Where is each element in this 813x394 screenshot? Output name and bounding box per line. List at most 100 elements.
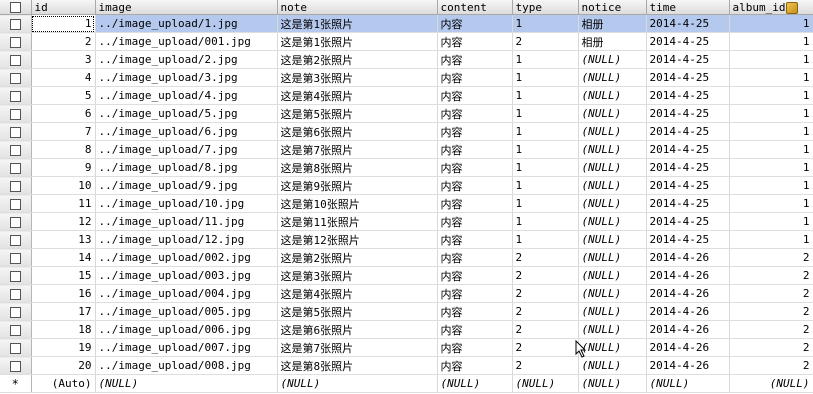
cell-image[interactable]: ../image_upload/12.jpg: [95, 230, 278, 249]
cell-type[interactable]: 1: [512, 212, 579, 231]
cell-note[interactable]: 这是第3张照片: [277, 68, 438, 87]
cell-time[interactable]: 2014-4-25: [646, 122, 730, 141]
table-row[interactable]: 7 ../image_upload/6.jpg 这是第6张照片 内容 1 (NULL) 20…: [0, 122, 813, 141]
row-checkbox[interactable]: [9, 36, 21, 48]
row-selector[interactable]: [0, 230, 32, 249]
row-checkbox[interactable]: [9, 216, 21, 228]
cell-type[interactable]: 1: [512, 122, 579, 141]
row-checkbox[interactable]: [9, 198, 21, 210]
cell-id[interactable]: 3: [31, 50, 96, 69]
table-row[interactable]: 16 ../image_upload/004.jpg 这是第4张照片 内容 2 (NULL…: [0, 284, 813, 303]
row-selector[interactable]: [0, 50, 32, 69]
new-row-cell-image[interactable]: (NULL): [95, 374, 278, 393]
row-selector[interactable]: [0, 68, 32, 87]
cell-content[interactable]: 内容: [437, 86, 513, 105]
row-checkbox[interactable]: [9, 270, 21, 282]
cell-album-id[interactable]: 1: [729, 32, 813, 51]
cell-type[interactable]: 2: [512, 284, 579, 303]
cell-id[interactable]: 7: [31, 122, 96, 141]
cell-notice[interactable]: (NULL): [578, 104, 647, 123]
cell-image[interactable]: ../image_upload/004.jpg: [95, 284, 278, 303]
cell-time[interactable]: 2014-4-25: [646, 50, 730, 69]
cell-content[interactable]: 内容: [437, 68, 513, 87]
cell-image[interactable]: ../image_upload/005.jpg: [95, 302, 278, 321]
row-selector[interactable]: [0, 338, 32, 357]
row-checkbox[interactable]: [9, 324, 21, 336]
cell-notice[interactable]: (NULL): [578, 356, 647, 375]
cell-note[interactable]: 这是第12张照片: [277, 230, 438, 249]
cell-album-id[interactable]: 2: [729, 356, 813, 375]
cell-content[interactable]: 内容: [437, 320, 513, 339]
row-checkbox[interactable]: [9, 108, 21, 120]
cell-image[interactable]: ../image_upload/10.jpg: [95, 194, 278, 213]
cell-type[interactable]: 2: [512, 266, 579, 285]
row-checkbox[interactable]: [9, 234, 21, 246]
new-row-cell-time[interactable]: (NULL): [646, 374, 730, 393]
new-row-cell-album-id[interactable]: (NULL): [729, 374, 813, 393]
row-checkbox[interactable]: [9, 90, 21, 102]
table-row[interactable]: 2 ../image_upload/001.jpg 这是第1张照片 内容 2 相册 2014…: [0, 32, 813, 51]
row-selector[interactable]: [0, 284, 32, 303]
cell-notice[interactable]: (NULL): [578, 284, 647, 303]
cell-type[interactable]: 2: [512, 338, 579, 357]
cell-time[interactable]: 2014-4-26: [646, 356, 730, 375]
cell-content[interactable]: 内容: [437, 266, 513, 285]
column-header-notice[interactable]: notice: [578, 0, 647, 15]
cell-album-id[interactable]: 2: [729, 320, 813, 339]
cell-content[interactable]: 内容: [437, 356, 513, 375]
cell-note[interactable]: 这是第4张照片: [277, 86, 438, 105]
cell-note[interactable]: 这是第1张照片: [277, 32, 438, 51]
cell-type[interactable]: 1: [512, 104, 579, 123]
row-selector[interactable]: [0, 158, 32, 177]
column-header-image[interactable]: image: [95, 0, 278, 15]
row-checkbox[interactable]: [9, 144, 21, 156]
table-row[interactable]: 3 ../image_upload/2.jpg 这是第2张照片 内容 1 (NULL) 20…: [0, 50, 813, 69]
cell-id[interactable]: 1: [31, 14, 96, 33]
cell-note[interactable]: 这是第7张照片: [277, 140, 438, 159]
row-selector[interactable]: [0, 302, 32, 321]
cell-time[interactable]: 2014-4-25: [646, 32, 730, 51]
cell-notice[interactable]: (NULL): [578, 212, 647, 231]
cell-image[interactable]: ../image_upload/7.jpg: [95, 140, 278, 159]
cell-image[interactable]: ../image_upload/3.jpg: [95, 68, 278, 87]
cell-content[interactable]: 内容: [437, 176, 513, 195]
cell-time[interactable]: 2014-4-26: [646, 284, 730, 303]
cell-note[interactable]: 这是第4张照片: [277, 284, 438, 303]
cell-note[interactable]: 这是第5张照片: [277, 104, 438, 123]
column-header-id[interactable]: id: [31, 0, 96, 15]
cell-content[interactable]: 内容: [437, 212, 513, 231]
column-header-album-id[interactable]: album_id: [729, 0, 813, 15]
cell-id[interactable]: 18: [31, 320, 96, 339]
row-selector[interactable]: [0, 320, 32, 339]
table-row[interactable]: 8 ../image_upload/7.jpg 这是第7张照片 内容 1 (NULL) 20…: [0, 140, 813, 159]
table-row[interactable]: 20 ../image_upload/008.jpg 这是第8张照片 内容 2 (NULL…: [0, 356, 813, 375]
cell-content[interactable]: 内容: [437, 230, 513, 249]
cell-notice[interactable]: (NULL): [578, 302, 647, 321]
cell-id[interactable]: 10: [31, 176, 96, 195]
cell-note[interactable]: 这是第8张照片: [277, 356, 438, 375]
cell-id[interactable]: 11: [31, 194, 96, 213]
new-row-cell-note[interactable]: (NULL): [277, 374, 438, 393]
new-row-cell-type[interactable]: (NULL): [512, 374, 579, 393]
new-row-marker[interactable]: *: [0, 374, 32, 393]
row-selector[interactable]: [0, 356, 32, 375]
row-checkbox[interactable]: [9, 252, 21, 264]
cell-image[interactable]: ../image_upload/5.jpg: [95, 104, 278, 123]
row-checkbox[interactable]: [9, 18, 21, 30]
cell-album-id[interactable]: 1: [729, 194, 813, 213]
cell-album-id[interactable]: 1: [729, 230, 813, 249]
cell-notice[interactable]: (NULL): [578, 248, 647, 267]
row-checkbox[interactable]: [9, 162, 21, 174]
cell-type[interactable]: 1: [512, 194, 579, 213]
row-selector[interactable]: [0, 194, 32, 213]
cell-type[interactable]: 1: [512, 50, 579, 69]
cell-type[interactable]: 2: [512, 302, 579, 321]
cell-time[interactable]: 2014-4-25: [646, 14, 730, 33]
cell-id[interactable]: 2: [31, 32, 96, 51]
row-selector[interactable]: [0, 266, 32, 285]
cell-image[interactable]: ../image_upload/1.jpg: [95, 14, 278, 33]
column-header-time[interactable]: time: [646, 0, 730, 15]
cell-content[interactable]: 内容: [437, 32, 513, 51]
table-row[interactable]: 15 ../image_upload/003.jpg 这是第3张照片 内容 2 (NULL…: [0, 266, 813, 285]
cell-time[interactable]: 2014-4-25: [646, 230, 730, 249]
